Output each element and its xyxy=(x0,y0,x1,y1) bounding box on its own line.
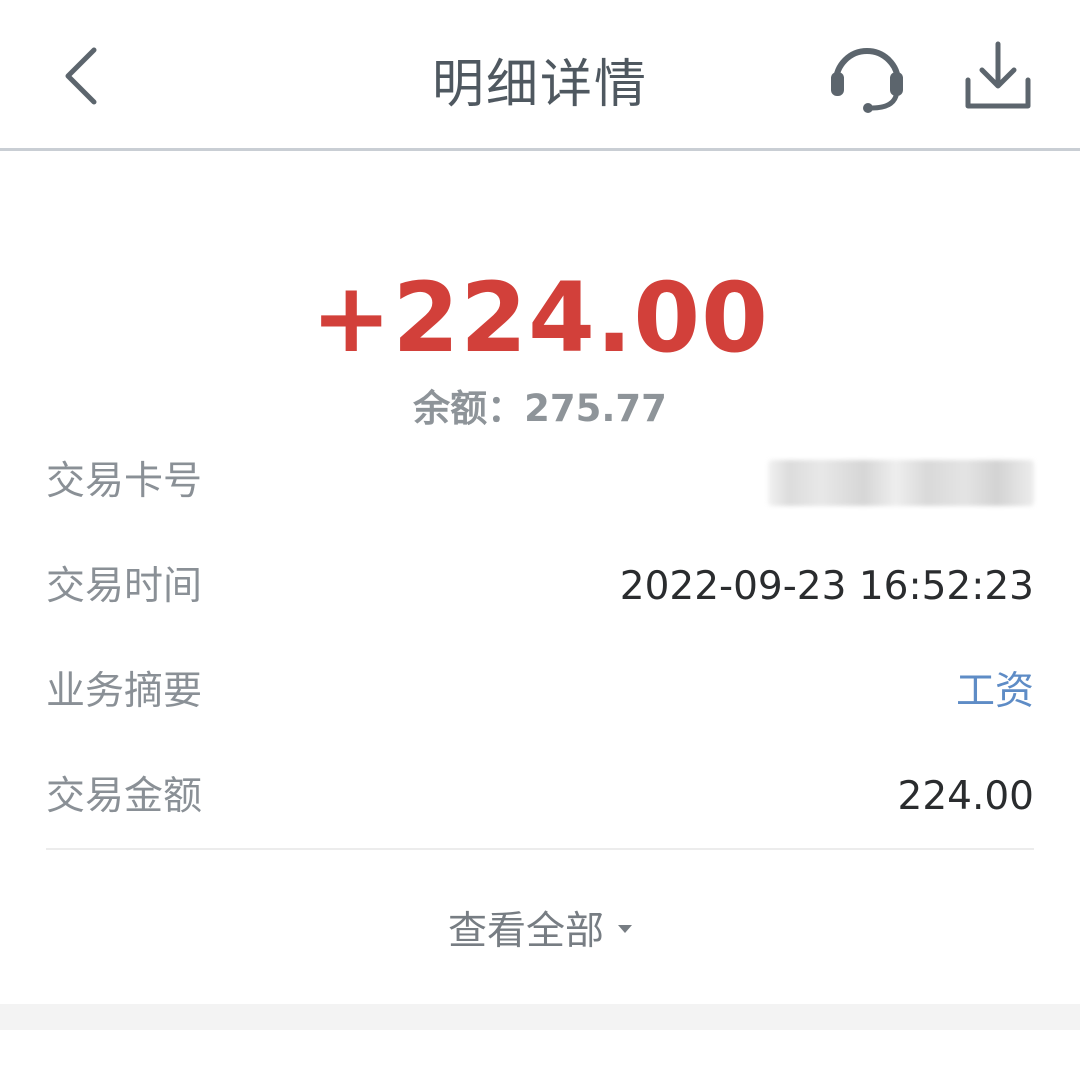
detail-label: 交易时间 xyxy=(46,564,203,609)
download-icon xyxy=(965,41,1031,109)
detail-label: 交易卡号 xyxy=(46,459,203,504)
business-summary-link[interactable]: 工资 xyxy=(956,662,1034,722)
detail-row-time: 交易时间 2022-09-23 16:52:23 xyxy=(46,557,1034,617)
transaction-amount-value: 224.00 xyxy=(897,774,1034,819)
view-all-button[interactable]: 查看全部 xyxy=(0,900,1080,956)
detail-row-summary: 业务摘要 工资 xyxy=(46,662,1034,722)
download-button[interactable] xyxy=(960,38,1036,114)
view-all-label: 查看全部 xyxy=(447,909,604,954)
transaction-amount: +224.00 xyxy=(311,262,769,374)
masked-card-number xyxy=(768,460,1034,506)
detail-label: 业务摘要 xyxy=(46,669,203,714)
detail-label: 交易金额 xyxy=(46,774,203,819)
customer-service-button[interactable] xyxy=(826,38,908,116)
detail-row-amount: 交易金额 224.00 xyxy=(46,767,1034,827)
transaction-time-value: 2022-09-23 16:52:23 xyxy=(619,564,1034,609)
account-balance: 余额：275.77 xyxy=(413,387,667,430)
headset-icon xyxy=(831,48,903,113)
divider xyxy=(46,848,1034,850)
transaction-detail-page: 明细详情 +224.00 余额：275.77 交易卡号 交易时间 2022-09… xyxy=(0,0,1080,1065)
detail-row-card-number: 交易卡号 xyxy=(46,452,1034,512)
section-separator xyxy=(0,1004,1080,1030)
caret-down-icon xyxy=(618,924,632,933)
top-bar: 明细详情 xyxy=(0,0,1080,151)
page-title: 明细详情 xyxy=(431,55,648,115)
